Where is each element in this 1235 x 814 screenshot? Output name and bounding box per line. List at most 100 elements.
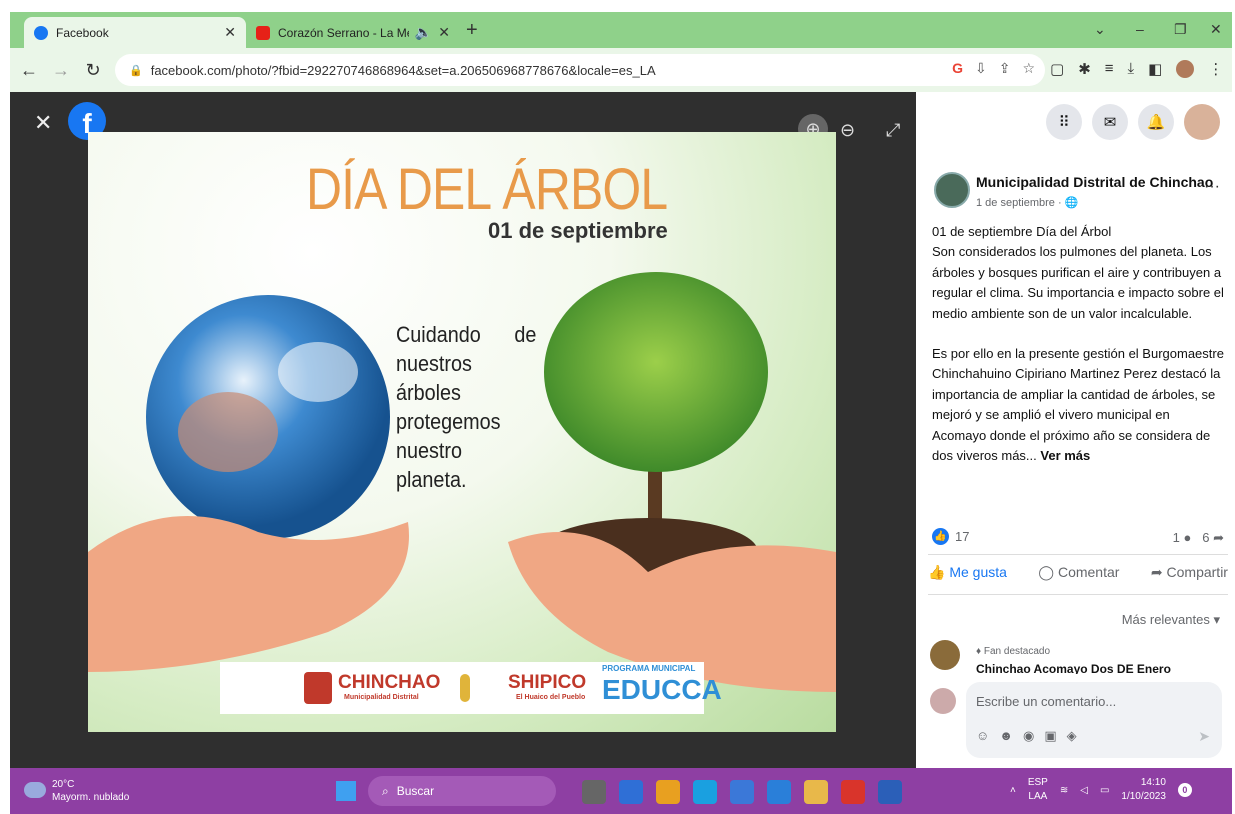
sidepanel-icon[interactable]: ◧: [1148, 60, 1162, 78]
menu-icon[interactable]: ⋮: [1208, 60, 1223, 78]
file-explorer-icon[interactable]: [804, 780, 828, 804]
address-bar[interactable]: 🔒 facebook.com/photo/?fbid=2922707468689…: [115, 54, 1045, 86]
emoji-icon[interactable]: ☻: [999, 728, 1013, 744]
edge-icon[interactable]: [693, 780, 717, 804]
sort-label: Más relevantes: [1121, 612, 1210, 627]
camera-icon[interactable]: ◉: [1023, 728, 1034, 744]
forward-button[interactable]: →: [48, 60, 74, 81]
post-panel: ⠿ ✉ 🔔 Municipalidad Distrital de Chincha…: [916, 92, 1232, 768]
notification-count[interactable]: 0: [1177, 783, 1192, 797]
share-icon: ➦: [1150, 564, 1163, 580]
notifications-bell-icon[interactable]: 🔔: [1138, 104, 1174, 140]
chevron-up-icon[interactable]: ˄: [1010, 785, 1016, 796]
audio-icon[interactable]: 🔈: [415, 24, 432, 41]
clock[interactable]: 14:10 1/10/2023: [1121, 776, 1166, 804]
leaf-logo-icon: [460, 674, 470, 702]
page-avatar[interactable]: [934, 172, 970, 208]
reactions-summary[interactable]: 👍 17: [932, 528, 969, 545]
profile-avatar[interactable]: [1176, 60, 1195, 78]
sticker-icon[interactable]: ◈: [1067, 728, 1077, 744]
like-button[interactable]: 👍 Me gusta: [928, 564, 1007, 581]
account-avatar[interactable]: [1184, 104, 1220, 140]
windows-start-icon[interactable]: [336, 781, 356, 801]
logo-educca: EDUCCA: [602, 674, 722, 705]
engagement-counts[interactable]: 1 ● 6 ➦: [1173, 530, 1224, 546]
fullscreen-icon[interactable]: ⤢: [886, 120, 900, 141]
taskbar-search[interactable]: ⌕ Buscar: [368, 776, 556, 806]
tab-search-icon[interactable]: ⌄: [1094, 21, 1106, 38]
like-label: Me gusta: [949, 564, 1007, 580]
comment-button[interactable]: ◯ Comentar: [1038, 564, 1119, 581]
commenter-name[interactable]: Chinchao Acomayo Dos DE Enero: [976, 662, 1171, 674]
dropbox-icon[interactable]: [767, 780, 791, 804]
puzzle-icon[interactable]: ✱: [1078, 60, 1091, 78]
wifi-icon[interactable]: ≋: [1060, 785, 1068, 796]
install-icon[interactable]: ⇩: [975, 60, 987, 77]
share-label: Compartir: [1166, 564, 1228, 580]
send-icon[interactable]: ➤: [1198, 728, 1210, 745]
share-count: 6: [1202, 530, 1210, 545]
download-icon[interactable]: ⤓: [1128, 60, 1135, 78]
system-tray: ˄ ESP LAA ≋ ◁ ▭ 14:10 1/10/2023 0: [1010, 776, 1192, 804]
weather-widget[interactable]: 20°C Mayorm. nublado: [24, 778, 129, 804]
chrome-canary-icon[interactable]: [656, 780, 680, 804]
new-tab-button[interactable]: +: [466, 19, 478, 42]
more-options-icon[interactable]: ···: [1204, 178, 1220, 196]
logo-chinchao-sub: Municipalidad Distrital: [344, 694, 419, 701]
tab-facebook[interactable]: Facebook ✕: [24, 17, 246, 48]
mail-icon[interactable]: [730, 780, 754, 804]
star-icon[interactable]: ☆: [1022, 60, 1035, 77]
poster-image: DÍA DEL ÁRBOL 01 de septiembre Cuidando …: [88, 132, 836, 732]
divider: [928, 594, 1228, 595]
share-icon[interactable]: ⇪: [999, 60, 1011, 77]
close-window-button[interactable]: ✕: [1210, 21, 1222, 38]
commenter-avatar[interactable]: [930, 640, 960, 670]
restore-button[interactable]: ❐: [1174, 21, 1187, 38]
poster-title: DÍA DEL ÁRBOL: [306, 157, 668, 222]
volume-icon[interactable]: ◁: [1080, 785, 1088, 796]
avatar-sticker-icon[interactable]: ☺: [976, 728, 989, 744]
post-date[interactable]: 1 de septiembre · 🌐: [976, 196, 1078, 209]
teams-icon[interactable]: [619, 780, 643, 804]
close-tab-icon[interactable]: ✕: [438, 24, 450, 41]
left-hands: [88, 516, 409, 672]
temperature: 20°C: [52, 779, 75, 790]
reload-button[interactable]: ↻: [80, 60, 106, 81]
time: 14:10: [1140, 777, 1166, 788]
lang-code: ESP: [1027, 777, 1048, 788]
comment-placeholder: Escribe un comentario...: [976, 694, 1117, 709]
comment-input[interactable]: Escribe un comentario... ☺ ☻ ◉ ▣ ◈ ➤: [966, 682, 1222, 758]
gif-icon[interactable]: ▣: [1044, 728, 1056, 744]
lock-icon[interactable]: 🔒: [129, 64, 143, 77]
tab-youtube[interactable]: Corazón Serrano - La Mejo 🔈 ✕: [248, 17, 458, 48]
like-reaction-icon: 👍: [932, 528, 949, 545]
google-icon[interactable]: G: [952, 60, 963, 77]
document-icon[interactable]: ▢: [1050, 60, 1064, 78]
badge-icon: ♦: [976, 646, 982, 657]
photo-viewer: ✕ f ⊕ ⊖ ⤢ DÍA DEL ÁRBOL 01 de septiembre…: [10, 92, 916, 768]
word-icon[interactable]: [878, 780, 902, 804]
close-viewer-icon[interactable]: ✕: [34, 110, 52, 136]
comment-label: Comentar: [1057, 564, 1120, 580]
task-view-icon[interactable]: [582, 780, 606, 804]
thumbs-up-icon: 👍: [928, 564, 946, 580]
battery-icon[interactable]: ▭: [1100, 785, 1109, 796]
comment-sort-dropdown[interactable]: Más relevantes ▾: [1122, 612, 1220, 628]
sponsor-logos: CHINCHAO Municipalidad Distrital SHIPICO…: [220, 662, 722, 714]
messenger-icon[interactable]: ✉: [1092, 104, 1128, 140]
share-button[interactable]: ➦ Compartir: [1151, 564, 1228, 581]
my-avatar[interactable]: [930, 688, 956, 714]
language-indicator[interactable]: ESP LAA: [1028, 776, 1048, 804]
page-name-link[interactable]: Municipalidad Distrital de Chinchao: [976, 174, 1213, 190]
post-line-2: Son considerados los pulmones del planet…: [932, 244, 1224, 321]
chrome-icon[interactable]: [841, 780, 865, 804]
close-tab-icon[interactable]: ✕: [224, 24, 236, 41]
see-more-link[interactable]: Ver más: [1040, 448, 1090, 463]
back-button[interactable]: ←: [16, 60, 42, 81]
comment-bubble-icon: ●: [1183, 530, 1192, 545]
minimize-button[interactable]: –: [1136, 21, 1144, 37]
queue-icon[interactable]: ≡: [1105, 60, 1114, 78]
reaction-count: 17: [955, 529, 970, 544]
menu-grid-icon[interactable]: ⠿: [1046, 104, 1082, 140]
zoom-out-icon[interactable]: ⊖: [840, 120, 855, 141]
